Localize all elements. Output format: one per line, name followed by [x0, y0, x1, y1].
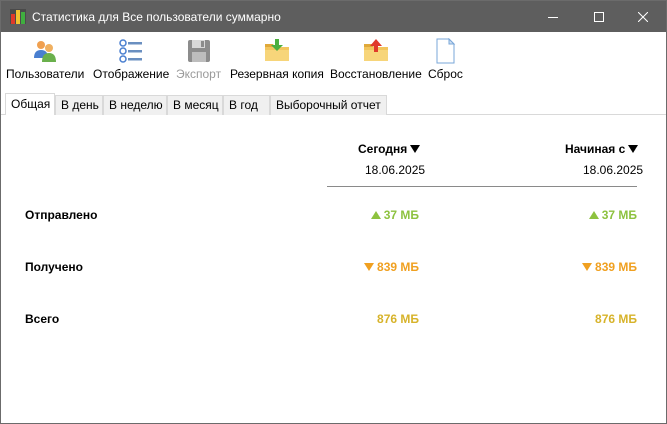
total-since-value: 876 МБ	[537, 312, 637, 326]
list-icon	[119, 39, 143, 63]
maximize-button[interactable]	[576, 1, 622, 32]
received-label: Получено	[25, 260, 84, 274]
sent-since-value: 37 МБ	[537, 208, 637, 222]
close-icon	[638, 11, 648, 22]
title-bar[interactable]: Статистика для Все пользователи суммарно	[1, 1, 666, 32]
bar-chart-app-icon	[10, 9, 26, 24]
toolbar-label-backup: Резервная копия	[230, 67, 324, 81]
total-since-text: 876 МБ	[595, 312, 637, 326]
header-divider	[327, 186, 637, 187]
received-today-value: 839 МБ	[319, 260, 419, 274]
total-label: Всего	[25, 312, 60, 326]
maximize-icon	[594, 11, 604, 22]
users-icon	[34, 41, 57, 62]
tab-per-week[interactable]: В неделю	[103, 95, 167, 115]
since-date: 18.06.2025	[583, 163, 644, 177]
statistics-panel: Сегодня 18.06.2025 Начиная с 18.06.2025 …	[2, 115, 665, 423]
tab-custom-report[interactable]: Выборочный отчет	[270, 95, 387, 115]
blank-document-icon	[436, 38, 456, 64]
window-title: Статистика для Все пользователи суммарно	[32, 10, 281, 24]
up-arrow-icon	[370, 210, 381, 219]
dropdown-triangle-icon	[628, 144, 639, 153]
tab-general[interactable]: Общая	[5, 93, 55, 116]
floppy-disk-icon	[187, 40, 210, 62]
dropdown-triangle-icon	[410, 144, 421, 153]
toolbar-label-reset: Сброс	[428, 67, 463, 81]
down-arrow-icon	[364, 262, 375, 271]
received-since-text: 839 МБ	[595, 260, 637, 274]
tab-per-year[interactable]: В год	[223, 95, 270, 115]
reset-button[interactable]: Сброс	[428, 38, 463, 81]
total-today-text: 876 МБ	[377, 312, 419, 326]
toolbar-label-export: Экспорт	[176, 67, 222, 81]
since-header-label: Начиная с	[565, 142, 626, 156]
minimize-button[interactable]	[530, 1, 576, 32]
down-arrow-icon	[582, 262, 593, 271]
received-since-value: 839 МБ	[537, 260, 637, 274]
since-column-header[interactable]: Начиная с	[565, 142, 639, 156]
restore-button[interactable]: Восстановление	[330, 38, 422, 81]
display-button[interactable]: Отображение	[93, 38, 169, 81]
today-header-label: Сегодня	[358, 142, 408, 156]
minimize-icon	[548, 16, 558, 18]
backup-button[interactable]: Резервная копия	[230, 38, 324, 81]
toolbar: Пользователи Отображение Экспорт Резервн…	[1, 32, 666, 90]
total-today-value: 876 МБ	[319, 312, 419, 326]
sent-label: Отправлено	[25, 208, 98, 222]
statistics-window: Статистика для Все пользователи суммарно…	[0, 0, 667, 424]
sent-today-text: 37 МБ	[383, 208, 419, 222]
folder-upload-icon	[363, 39, 388, 61]
today-column-header[interactable]: Сегодня	[358, 142, 421, 156]
close-button[interactable]	[620, 1, 666, 32]
export-button[interactable]: Экспорт	[176, 38, 221, 81]
sent-since-text: 37 МБ	[601, 208, 637, 222]
period-tabs: Общая В день В неделю В месяц В год Выбо…	[1, 93, 666, 116]
toolbar-label-restore: Восстановление	[330, 67, 422, 81]
users-button[interactable]: Пользователи	[6, 38, 84, 81]
up-arrow-icon	[588, 210, 599, 219]
toolbar-label-display: Отображение	[93, 67, 170, 81]
toolbar-label-users: Пользователи	[6, 67, 85, 81]
folder-download-icon	[264, 39, 289, 61]
today-date: 18.06.2025	[365, 163, 426, 177]
tab-per-month[interactable]: В месяц	[167, 95, 223, 115]
received-today-text: 839 МБ	[377, 260, 419, 274]
tab-per-day[interactable]: В день	[55, 95, 103, 115]
sent-today-value: 37 МБ	[319, 208, 419, 222]
